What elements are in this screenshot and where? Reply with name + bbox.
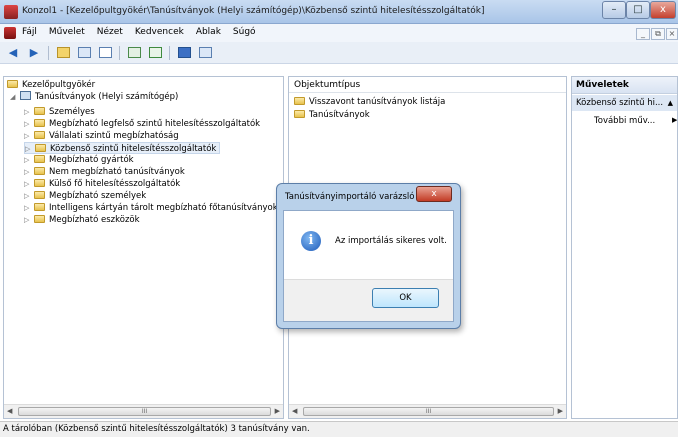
ok-button[interactable]: OK [372,288,439,308]
up-folder-icon[interactable] [54,45,72,61]
dialog-footer: OK [284,279,453,321]
submenu-arrow-icon: ▶ [672,116,678,124]
scroll-thumb[interactable]: III [303,407,554,416]
export-list-icon[interactable] [146,45,164,61]
folder-icon [34,107,45,115]
menu-help[interactable]: Súgó [233,27,256,37]
scroll-thumb[interactable]: III [18,407,271,416]
folder-icon [34,131,45,139]
scroll-left-icon[interactable]: ◀ [292,407,297,415]
menu-file[interactable]: Fájl [22,27,37,37]
dialog-body: i Az importálás sikeres volt. OK [283,210,454,322]
tree-item-enterprise-trust[interactable]: ▷ Vállalati szintű megbízhatóság [24,130,179,142]
tree-item-trusted-publishers[interactable]: ▷ Megbízható gyártók [24,154,134,166]
status-bar: A tárolóban (Közbenső szintű hitelesítés… [0,421,678,437]
column-header-object-type[interactable]: Objektumtípus [289,77,566,93]
menu-action[interactable]: Művelet [49,27,85,37]
system-menu-icon[interactable] [4,27,16,39]
collapsed-arrow-icon[interactable]: ▷ [24,106,32,118]
tree-item-trusted-people[interactable]: ▷ Megbízható személyek [24,190,146,202]
folder-icon [34,119,45,127]
collapsed-arrow-icon[interactable]: ▷ [24,178,32,190]
folder-icon [34,215,45,223]
tree-item-trusted-root[interactable]: ▷ Megbízható legfelső szintű hitelesítéss… [24,118,260,130]
toolbar-separator-2 [119,45,120,60]
title-bar: Konzol1 - [Kezelőpultgyökér\Tanúsítványo… [0,0,678,24]
collapsed-arrow-icon[interactable]: ▷ [24,130,32,142]
actions-pane: Műveletek Közbenső szintű hi... ▲ Tovább… [571,76,678,419]
tree-item-intermediate[interactable]: ▷ Közbenső szintű hitelesítésszolgáltatók [24,142,221,154]
help-icon[interactable] [175,45,193,61]
folder-icon [7,80,18,88]
actions-header: Műveletek [572,77,677,94]
properties-icon[interactable] [96,45,114,61]
expand-arrow-icon[interactable]: ◢ [10,91,18,103]
collapsed-arrow-icon[interactable]: ▷ [24,214,32,226]
collapsed-arrow-icon[interactable]: ▷ [24,154,32,166]
dialog-message: Az importálás sikeres volt. [335,236,447,246]
minimize-button[interactable]: – [602,1,626,19]
tree-horizontal-scrollbar[interactable]: ◀ III ▶ [4,404,283,418]
tree-root[interactable]: Kezelőpultgyökér [7,79,95,91]
toolbar: ◀ ▶ [0,42,678,64]
tree-certificates-node[interactable]: ◢ Tanúsítványok (Helyi számítógép) [10,91,178,103]
actions-section-intermediate[interactable]: Közbenső szintű hi... ▲ [572,95,677,111]
mdi-restore-button[interactable]: ⧉ [651,28,665,40]
mdi-close-button[interactable]: × [666,28,678,40]
collapsed-arrow-icon[interactable]: ▷ [24,190,32,202]
show-hide-tree-icon[interactable] [75,45,93,61]
action-more-actions[interactable]: További műv... ▶ [594,116,677,126]
tree-item-trusted-devices[interactable]: ▷ Megbízható eszközök [24,214,140,226]
window-title: Konzol1 - [Kezelőpultgyökér\Tanúsítványo… [22,6,485,16]
import-wizard-dialog: Tanúsítványimportáló varázsló x i Az imp… [276,183,461,329]
tree-item-third-party-root[interactable]: ▷ Külső fő hitelesítésszolgáltatók [24,178,180,190]
folder-icon [294,110,305,118]
show-action-pane-icon[interactable] [196,45,214,61]
list-horizontal-scrollbar[interactable]: ◀ III ▶ [289,404,566,418]
scroll-left-icon[interactable]: ◀ [7,407,12,415]
scroll-right-icon[interactable]: ▶ [558,407,563,415]
folder-icon [294,97,305,105]
console-tree[interactable]: Kezelőpultgyökér ◢ Tanúsítványok (Helyi s… [3,76,284,419]
collapsed-arrow-icon[interactable]: ▷ [24,202,32,214]
collapse-up-icon[interactable]: ▲ [668,95,673,111]
folder-icon [34,179,45,187]
list-item-crl[interactable]: Visszavont tanúsítványok listája [294,97,445,107]
folder-icon [34,203,45,211]
info-icon: i [301,231,321,251]
toolbar-separator [48,45,49,60]
tree-item-untrusted[interactable]: ▷ Nem megbízható tanúsítványok [24,166,185,178]
close-button[interactable]: x [650,1,676,19]
folder-icon [34,155,45,163]
toolbar-separator-3 [169,45,170,60]
menu-bar: Fájl Művelet Nézet Kedvencek Ablak Súgó … [0,24,678,42]
mdi-minimize-button[interactable]: _ [636,28,650,40]
app-icon [4,5,18,19]
menu-view[interactable]: Nézet [97,27,123,37]
back-icon[interactable]: ◀ [4,45,22,61]
list-item-certificates[interactable]: Tanúsítványok [294,110,370,120]
folder-icon [35,144,46,152]
forward-icon[interactable]: ▶ [25,45,43,61]
maximize-button[interactable]: □ [626,1,650,19]
dialog-title: Tanúsítványimportáló varázsló [285,192,415,202]
computer-icon [20,91,31,100]
menu-window[interactable]: Ablak [196,27,221,37]
collapsed-arrow-icon[interactable]: ▷ [24,118,32,130]
folder-icon [34,167,45,175]
dialog-close-button[interactable]: x [416,186,452,202]
menu-favorites[interactable]: Kedvencek [135,27,184,37]
scroll-right-icon[interactable]: ▶ [275,407,280,415]
tree-item-smart-card-roots[interactable]: ▷ Intelligens kártyán tárolt megbízható f… [24,202,278,214]
collapsed-arrow-icon[interactable]: ▷ [24,166,32,178]
folder-icon [34,191,45,199]
tree-item-personal[interactable]: ▷ Személyes [24,106,95,118]
refresh-icon[interactable] [125,45,143,61]
